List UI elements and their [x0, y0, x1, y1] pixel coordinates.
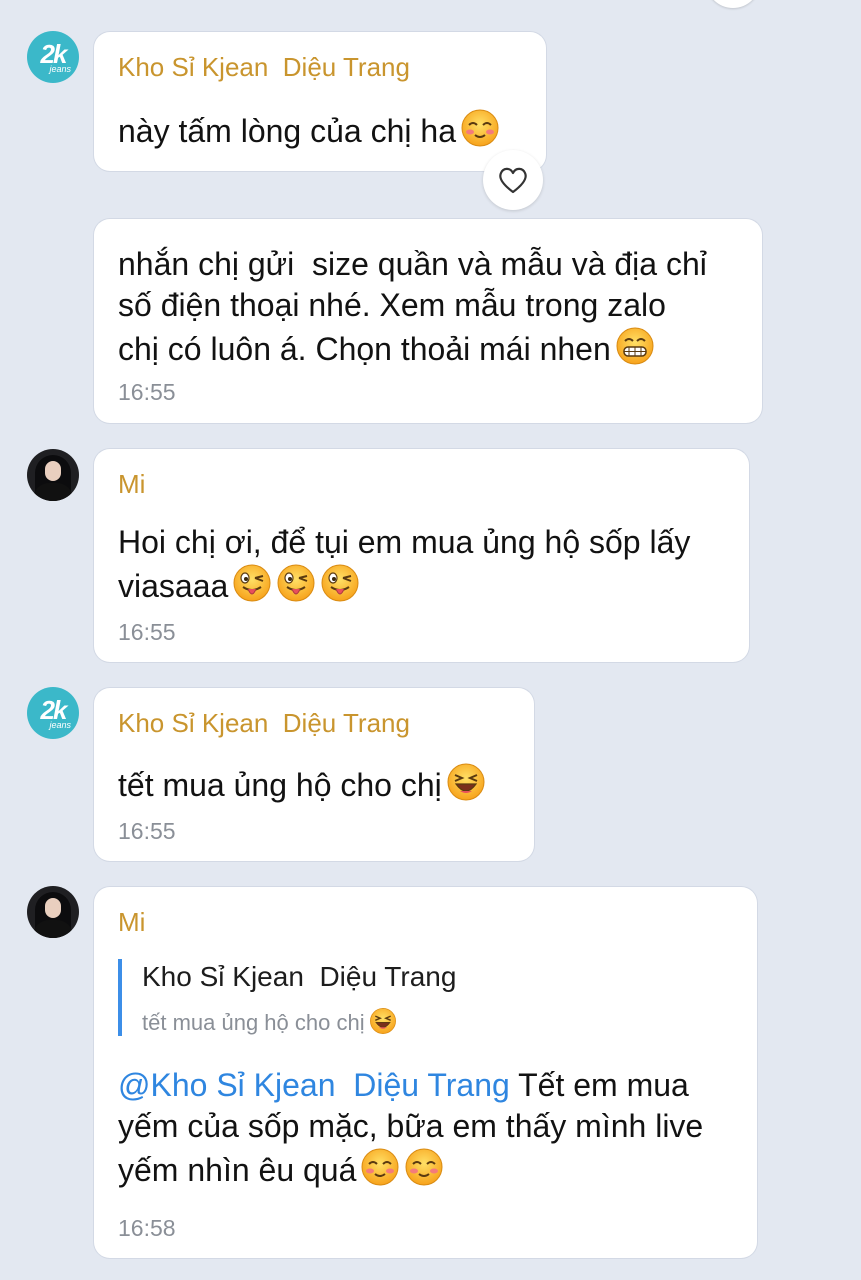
avatar[interactable] — [27, 449, 79, 501]
message-line: viasaaa — [118, 563, 360, 607]
brand-logo-sub: jeans — [49, 64, 71, 74]
message-line: chị có luôn á. Chọn thoải mái nhen — [118, 326, 655, 370]
chat-thread: 2k jeans Kho Sỉ Kjean Diệu Trang này tấm… — [0, 0, 861, 1280]
message-text: này tấm lòng của chị ha — [118, 108, 500, 152]
smiling-blush-emoji-icon — [360, 1147, 400, 1187]
message-text-content: này tấm lòng của chị ha — [118, 113, 456, 149]
reply-quote[interactable]: Kho Sỉ Kjean Diệu Trang tết mua ủng hộ c… — [118, 959, 456, 1036]
message-line-content: chị có luôn á. Chọn thoải mái nhen — [118, 331, 611, 367]
sender-name: Mi — [118, 907, 146, 937]
message-bubble[interactable]: Kho Sỉ Kjean Diệu Trang tết mua ủng hộ c… — [94, 688, 534, 861]
sender-name: Kho Sỉ Kjean Diệu Trang — [118, 708, 410, 738]
message-time: 16:58 — [118, 1215, 176, 1241]
message-bubble[interactable]: Kho Sỉ Kjean Diệu Trang này tấm lòng của… — [94, 32, 546, 171]
quote-sender: Kho Sỉ Kjean Diệu Trang — [142, 961, 457, 992]
message-line: nhắn chị gửi size quần và mẫu và địa chỉ — [118, 246, 707, 282]
message-time: 16:55 — [118, 379, 176, 405]
message-text: tết mua ủng hộ cho chị — [118, 762, 486, 806]
message-time: 16:55 — [118, 619, 176, 645]
message-line: Hoi chị ơi, để tụi em mua ủng hộ sốp lấy — [118, 524, 691, 560]
reaction-button[interactable] — [483, 150, 543, 210]
message-line-content: yếm nhìn êu quá — [118, 1152, 357, 1188]
message-line: @Kho Sỉ Kjean Diệu Trang Tết em mua — [118, 1065, 689, 1106]
avatar[interactable]: 2k jeans — [27, 31, 79, 83]
message-bubble[interactable]: Mi Hoi chị ơi, để tụi em mua ủng hộ sốp … — [94, 449, 749, 662]
smiling-blush-emoji-icon — [404, 1147, 444, 1187]
laughing-emoji-icon — [369, 1007, 397, 1035]
message-line: yếm của sốp mặc, bữa em thấy mình live — [118, 1108, 704, 1144]
quote-text: tết mua ủng hộ cho chị — [142, 1007, 456, 1036]
smiling-blush-emoji-icon — [460, 108, 500, 148]
brand-logo-sub: jeans — [49, 720, 71, 730]
message-line: số điện thoại nhé. Xem mẫu trong zalo — [118, 287, 666, 323]
mention-link[interactable]: @Kho Sỉ Kjean Diệu Trang — [118, 1067, 510, 1103]
message-time: 16:55 — [118, 818, 176, 844]
sender-name: Kho Sỉ Kjean Diệu Trang — [118, 52, 410, 82]
message-line: yếm nhìn êu quá — [118, 1147, 444, 1191]
avatar[interactable]: 2k jeans — [27, 687, 79, 739]
laughing-emoji-icon — [446, 762, 486, 802]
sender-name: Mi — [118, 469, 146, 499]
message-line-content: viasaaa — [118, 568, 229, 604]
winking-tongue-emoji-icon — [232, 563, 272, 603]
heart-icon — [499, 167, 527, 194]
message-bubble[interactable]: nhắn chị gửi size quần và mẫu và địa chỉ… — [94, 219, 762, 423]
winking-tongue-emoji-icon — [320, 563, 360, 603]
message-line-content: Tết em mua — [509, 1067, 689, 1103]
winking-tongue-emoji-icon — [276, 563, 316, 603]
grinning-emoji-icon — [615, 326, 655, 366]
scroll-button[interactable] — [706, 0, 760, 8]
avatar[interactable] — [27, 886, 79, 938]
message-bubble[interactable]: Mi Kho Sỉ Kjean Diệu Trang tết mua ủng h… — [94, 887, 757, 1258]
quote-text-content: tết mua ủng hộ cho chị — [142, 1010, 365, 1035]
message-text-content: tết mua ủng hộ cho chị — [118, 767, 442, 803]
